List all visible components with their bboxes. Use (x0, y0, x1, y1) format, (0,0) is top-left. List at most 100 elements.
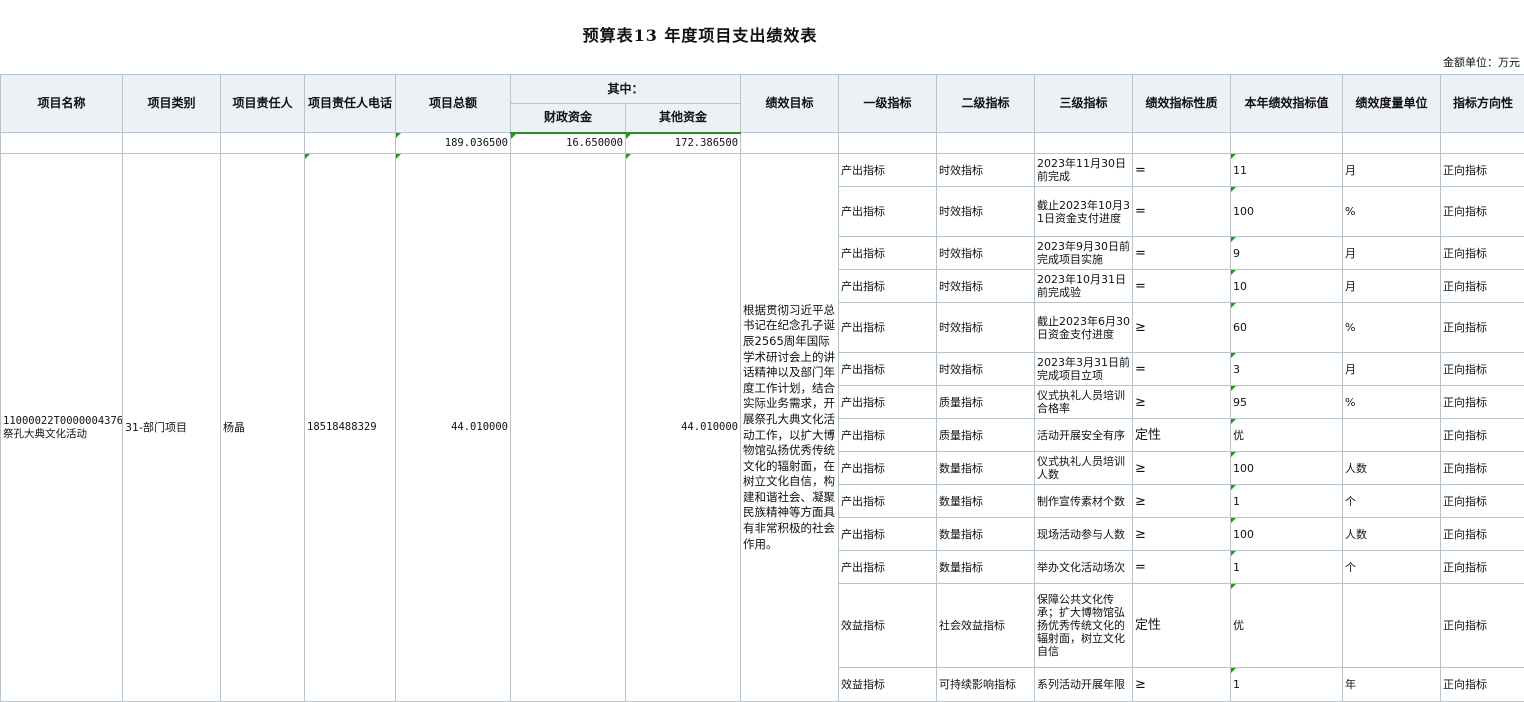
project-total: 44.010000 (395, 153, 511, 702)
indicator-unit: 个 (1342, 550, 1442, 584)
page-title: 预算表13 年度项目支出绩效表 (582, 26, 818, 45)
indicator-nature: ≥ (1132, 484, 1232, 518)
indicator-level3: 系列活动开展年限 (1034, 667, 1134, 702)
indicator-level2: 时效指标 (936, 186, 1036, 237)
indicator-direction: 正向指标 (1440, 550, 1524, 584)
header-of-which: 其中： (509, 74, 742, 104)
indicator-nature: ≥ (1132, 451, 1232, 485)
indicator-unit: 年 (1342, 667, 1442, 702)
indicator-level2: 时效指标 (936, 236, 1036, 270)
header-project-name: 项目名称 (0, 74, 123, 133)
header-project-type: 项目类别 (122, 74, 221, 133)
indicator-level3: 保障公共文化传承；扩大博物馆弘扬优秀传统文化的辐射面，树立文化自信 (1034, 583, 1134, 668)
indicator-level3: 制作宣传素材个数 (1034, 484, 1134, 518)
header-direction: 指标方向性 (1440, 74, 1524, 133)
indicator-level3: 仪式执礼人员培训合格率 (1034, 385, 1134, 419)
indicator-level2: 时效指标 (936, 302, 1036, 353)
indicator-value: 60 (1230, 302, 1344, 353)
project-owner-phone: 18518488329 (304, 153, 396, 702)
indicator-level1: 产出指标 (838, 352, 938, 386)
indicator-unit: 月 (1342, 269, 1442, 303)
indicator-nature: ≥ (1132, 302, 1232, 353)
indicator-level1: 产出指标 (838, 484, 938, 518)
indicator-unit: 个 (1342, 484, 1442, 518)
indicator-value: 10 (1230, 269, 1344, 303)
indicator-value: 100 (1230, 517, 1344, 551)
indicator-nature: 定性 (1132, 583, 1232, 668)
indicator-level3: 举办文化活动场次 (1034, 550, 1134, 584)
indicator-level3: 2023年11月30日前完成 (1034, 153, 1134, 187)
indicator-row: 11000022T000000437646-祭孔大典文化活动31-部门项目杨晶1… (0, 153, 1524, 702)
amount-unit-label: 金额单位：万元 (1443, 56, 1520, 69)
indicator-nature: ≥ (1132, 517, 1232, 551)
indicator-value: 1 (1230, 550, 1344, 584)
indicator-level1: 产出指标 (838, 451, 938, 485)
indicator-unit: 月 (1342, 153, 1442, 187)
indicator-value: 1 (1230, 484, 1344, 518)
project-name: 11000022T000000437646-祭孔大典文化活动 (0, 153, 123, 702)
indicator-direction: 正向指标 (1440, 385, 1524, 419)
indicator-unit: 月 (1342, 236, 1442, 270)
indicator-nature: = (1132, 550, 1232, 584)
project-fiscal (510, 153, 626, 702)
indicator-level1: 产出指标 (838, 302, 938, 353)
indicator-value: 95 (1230, 385, 1344, 419)
indicator-unit: 月 (1342, 352, 1442, 386)
indicator-nature: = (1132, 236, 1232, 270)
header-nature: 绩效指标性质 (1132, 74, 1232, 133)
indicator-level1: 效益指标 (838, 667, 938, 702)
indicator-level2: 数量指标 (936, 451, 1036, 485)
header-owner: 项目责任人 (220, 74, 305, 133)
indicator-value: 优 (1230, 583, 1344, 668)
indicator-direction: 正向指标 (1440, 186, 1524, 237)
indicator-nature: = (1132, 153, 1232, 187)
header-goal: 绩效目标 (740, 74, 840, 133)
indicator-level1: 产出指标 (838, 153, 938, 187)
indicator-level3: 现场活动参与人数 (1034, 517, 1134, 551)
performance-table: 项目名称 项目类别 项目责任人 项目责任人电话 项目总额 其中： 绩效目标 一级… (0, 74, 1524, 702)
indicator-unit: % (1342, 186, 1442, 237)
totals-total: 189.036500 (395, 132, 511, 154)
indicator-level2: 数量指标 (936, 517, 1036, 551)
header-fiscal-funds: 财政资金 (510, 103, 626, 134)
indicator-unit: 人数 (1342, 517, 1442, 551)
indicator-unit: 人数 (1342, 451, 1442, 485)
indicator-level3: 仪式执礼人员培训人数 (1034, 451, 1134, 485)
indicator-value: 1 (1230, 667, 1344, 702)
project-type: 31-部门项目 (122, 153, 221, 702)
indicator-level1: 产出指标 (838, 385, 938, 419)
indicator-nature: 定性 (1132, 418, 1232, 452)
indicator-level1: 产出指标 (838, 550, 938, 584)
indicator-level2: 数量指标 (936, 484, 1036, 518)
indicator-level3: 截止2023年6月30日资金支付进度 (1034, 302, 1134, 353)
totals-other: 172.386500 (624, 132, 742, 154)
indicator-direction: 正向指标 (1440, 236, 1524, 270)
indicator-value: 100 (1230, 451, 1344, 485)
indicator-unit (1342, 583, 1442, 668)
indicator-level3: 2023年9月30日前完成项目实施 (1034, 236, 1134, 270)
project-owner: 杨晶 (220, 153, 305, 702)
indicator-direction: 正向指标 (1440, 667, 1524, 702)
indicator-nature: = (1132, 352, 1232, 386)
indicator-direction: 正向指标 (1440, 302, 1524, 353)
header-level3: 三级指标 (1034, 74, 1134, 133)
indicator-level2: 数量指标 (936, 550, 1036, 584)
indicator-direction: 正向指标 (1440, 517, 1524, 551)
indicator-unit: % (1342, 385, 1442, 419)
totals-fiscal: 16.650000 (510, 132, 626, 154)
indicator-level3: 2023年3月31日前完成项目立项 (1034, 352, 1134, 386)
indicator-level3: 2023年10月31日前完成验 (1034, 269, 1134, 303)
performance-goal: 根据贯彻习近平总书记在纪念孔子诞辰2565周年国际学术研讨会上的讲话精神以及部门… (740, 153, 840, 702)
indicator-level1: 产出指标 (838, 418, 938, 452)
header-level1: 一级指标 (838, 74, 938, 133)
indicator-direction: 正向指标 (1440, 583, 1524, 668)
indicator-level2: 质量指标 (936, 385, 1036, 419)
indicator-value: 9 (1230, 236, 1344, 270)
indicator-direction: 正向指标 (1440, 418, 1524, 452)
indicator-level1: 效益指标 (838, 583, 938, 668)
indicator-direction: 正向指标 (1440, 269, 1524, 303)
indicator-value: 100 (1230, 186, 1344, 237)
indicator-level1: 产出指标 (838, 186, 938, 237)
indicator-level1: 产出指标 (838, 236, 938, 270)
header-other-funds: 其他资金 (624, 103, 742, 134)
